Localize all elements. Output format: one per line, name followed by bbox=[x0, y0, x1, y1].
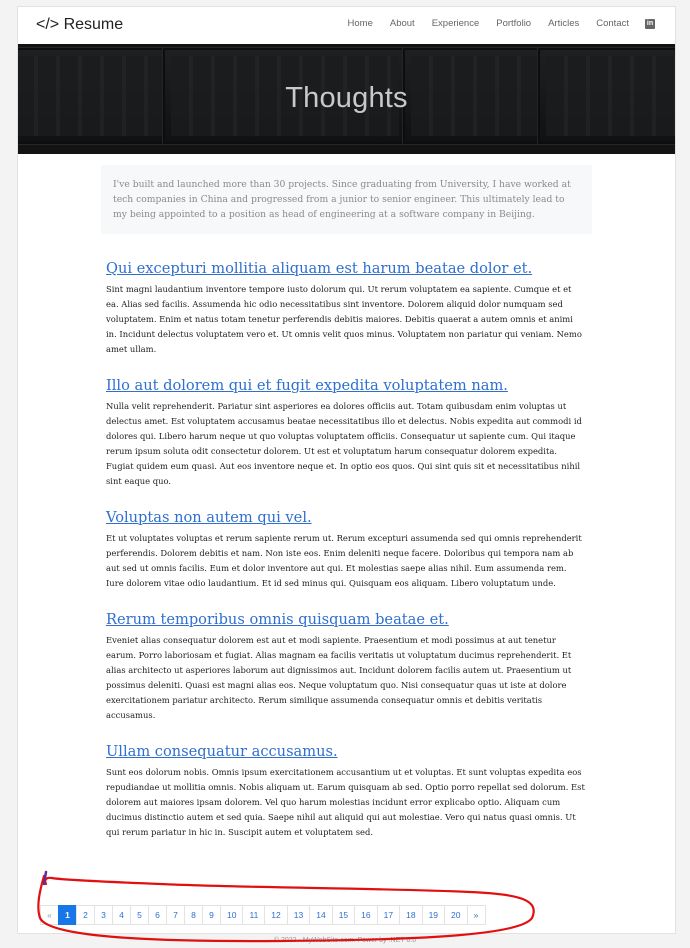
post-item: Rerum temporibus omnis quisquam beatae e… bbox=[106, 611, 586, 723]
post-excerpt: Eveniet alias consequatur dolorem est au… bbox=[106, 635, 572, 720]
pagination-page-1[interactable]: 1 bbox=[58, 905, 77, 925]
post-item: Voluptas non autem qui vel. Et ut volupt… bbox=[106, 509, 586, 591]
pagination-page-18[interactable]: 18 bbox=[399, 905, 423, 925]
post-title-link[interactable]: Voluptas non autem qui vel. bbox=[106, 509, 586, 526]
pagination-page-14[interactable]: 14 bbox=[309, 905, 333, 925]
pagination-page-5[interactable]: 5 bbox=[130, 905, 149, 925]
pagination-page-17[interactable]: 17 bbox=[376, 905, 401, 925]
post-excerpt: Sunt eos dolorum nobis. Omnis ipsum exer… bbox=[106, 767, 585, 837]
post-title-link[interactable]: Ullam consequatur accusamus. bbox=[106, 743, 586, 760]
post-excerpt: Et ut voluptates voluptas et rerum sapie… bbox=[106, 533, 582, 588]
pagination-page-9[interactable]: 9 bbox=[202, 905, 221, 925]
pagination-page-20[interactable]: 20 bbox=[444, 905, 468, 925]
pagination-next[interactable]: » bbox=[466, 905, 486, 925]
post-excerpt: Sint magni laudantium inventore tempore … bbox=[106, 284, 582, 354]
nav-link-contact[interactable]: Contact bbox=[596, 18, 629, 29]
pagination-prev[interactable]: « bbox=[40, 905, 59, 925]
pagination-page-7[interactable]: 7 bbox=[166, 905, 185, 925]
navbar: </> Resume Home About Experience Portfol… bbox=[18, 7, 675, 44]
post-title-link[interactable]: Qui excepturi mollitia aliquam est harum… bbox=[106, 260, 586, 277]
page-title: Thoughts bbox=[285, 82, 408, 114]
post-item: Ullam consequatur accusamus. Sunt eos do… bbox=[106, 743, 586, 840]
linkedin-icon[interactable]: in bbox=[645, 18, 655, 29]
nav-link-portfolio[interactable]: Portfolio bbox=[496, 18, 531, 29]
nav-link-articles[interactable]: Articles bbox=[548, 18, 579, 29]
pagination: « 1 2 3 4 5 6 7 8 9 10 11 12 13 14 15 16… bbox=[40, 905, 486, 925]
site-brand[interactable]: </> Resume bbox=[36, 16, 123, 34]
pagination-page-6[interactable]: 6 bbox=[148, 905, 167, 925]
nav-link-about[interactable]: About bbox=[390, 18, 415, 29]
pagination-page-19[interactable]: 19 bbox=[421, 905, 446, 925]
pagination-page-3[interactable]: 3 bbox=[94, 905, 113, 925]
post-item: Qui excepturi mollitia aliquam est harum… bbox=[106, 260, 586, 357]
pagination-page-10[interactable]: 10 bbox=[220, 905, 244, 925]
pagination-page-11[interactable]: 11 bbox=[242, 905, 266, 925]
nav-link-experience[interactable]: Experience bbox=[432, 18, 480, 29]
post-title-link[interactable]: Rerum temporibus omnis quisquam beatae e… bbox=[106, 611, 586, 628]
post-item: Illo aut dolorem qui et fugit expedita v… bbox=[106, 377, 586, 489]
footer-copyright: © 2022 - MyWebSite.com. Power by .NET 6.… bbox=[273, 937, 417, 944]
nav-link-home[interactable]: Home bbox=[348, 18, 373, 29]
pagination-page-13[interactable]: 13 bbox=[286, 905, 311, 925]
posts-list: Qui excepturi mollitia aliquam est harum… bbox=[106, 260, 586, 860]
nav-links: Home About Experience Portfolio Articles… bbox=[331, 18, 655, 29]
intro-blurb: I've built and launched more than 30 pro… bbox=[101, 165, 592, 234]
post-excerpt: Nulla velit reprehenderit. Pariatur sint… bbox=[106, 401, 582, 486]
page-container: </> Resume Home About Experience Portfol… bbox=[17, 6, 676, 934]
post-title-link[interactable]: Illo aut dolorem qui et fugit expedita v… bbox=[106, 377, 586, 394]
pagination-page-2[interactable]: 2 bbox=[76, 905, 95, 925]
pagination-page-4[interactable]: 4 bbox=[112, 905, 131, 925]
pagination-page-8[interactable]: 8 bbox=[184, 905, 203, 925]
pagination-page-12[interactable]: 12 bbox=[264, 905, 288, 925]
pagination-page-16[interactable]: 16 bbox=[354, 905, 378, 925]
hero-banner: Thoughts bbox=[18, 44, 675, 154]
pagination-page-15[interactable]: 15 bbox=[331, 905, 356, 925]
